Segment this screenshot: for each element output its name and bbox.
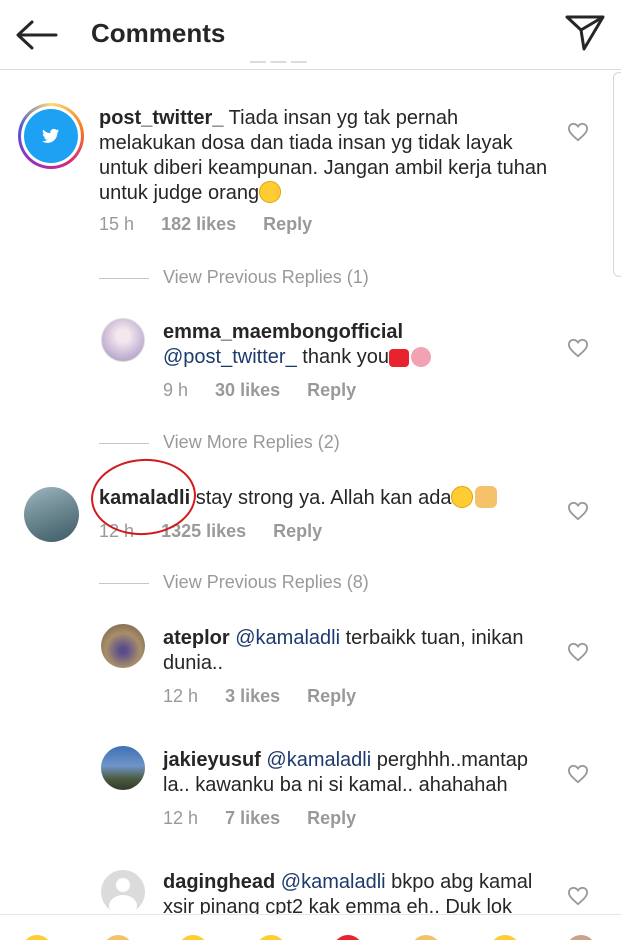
view-previous-replies-link[interactable]: View Previous Replies (8) [99,572,369,593]
view-more-replies-link[interactable]: View More Replies (2) [99,432,340,453]
comment-meta: 12 h 7 likes Reply [163,808,378,829]
heart-icon[interactable] [567,764,589,784]
comment-text: jakieyusuf @kamaladli perghhh..mantap la… [163,748,553,798]
likes-count[interactable]: 30 likes [215,380,280,400]
reply-button[interactable]: Reply [307,686,356,706]
view-replies-label: View Previous Replies (8) [163,572,369,592]
emoji-button[interactable] [333,935,363,940]
timestamp: 12 h [163,686,199,706]
twitter-bird-icon [42,128,59,143]
likes-count[interactable]: 3 likes [225,686,280,706]
view-previous-replies-link[interactable]: View Previous Replies (1) [99,267,369,288]
smiling-emoji [259,181,282,203]
mention-link[interactable]: @kamaladli [281,871,386,893]
emoji-button[interactable] [22,935,52,940]
comment-meta: 15 h 182 likes Reply [99,214,334,235]
smiling-emoji [451,486,474,508]
mention-link[interactable]: @kamaladli [235,627,340,649]
reply-button[interactable]: Reply [263,214,312,234]
comment-body: thank you [302,346,389,368]
header-bar: Comments — — — [0,0,621,70]
avatar[interactable] [101,624,145,668]
reply-item: daginghead @kamaladli bkpo abg kamal xsi… [0,868,621,914]
page-title: Comments [91,18,226,48]
comment-meta: 9 h 30 likes Reply [163,380,378,401]
heart-icon[interactable] [567,338,589,358]
view-replies-label: View More Replies (2) [163,432,340,452]
avatar[interactable] [101,318,145,362]
arrow-left-icon[interactable] [14,18,58,52]
comment-text: ateplor @kamaladli terbaikk tuan, inikan… [163,626,553,676]
reply-button[interactable]: Reply [307,808,356,828]
username-link[interactable]: jakieyusuf [163,749,261,771]
view-replies-label: View Previous Replies (1) [163,267,369,287]
reply-button[interactable]: Reply [273,521,322,541]
likes-count[interactable]: 182 likes [161,214,236,234]
heart-icon[interactable] [567,501,589,521]
praying-person-emoji [475,486,498,508]
avatar[interactable] [18,103,84,169]
default-avatar-icon[interactable] [101,870,145,914]
divider-line [99,442,149,444]
likes-count[interactable]: 7 likes [225,808,280,828]
comment-text: emma_maembongofficial @post_twitter_ tha… [163,320,553,370]
mention-link[interactable]: @kamaladli [266,749,371,771]
heart-emoji [389,349,409,367]
emoji-button[interactable] [178,935,208,940]
avatar[interactable] [24,487,79,542]
avatar[interactable] [101,746,145,790]
emoji-button[interactable] [411,935,441,940]
emoji-quick-bar [0,914,621,940]
comment-text: daginghead @kamaladli bkpo abg kamal xsi… [163,870,553,914]
comment-body: stay strong ya. Allah kan ada [195,487,452,509]
heart-icon[interactable] [567,886,589,906]
timestamp: 15 h [99,214,135,234]
divider-line [99,277,149,279]
timestamp: 12 h [163,808,199,828]
comment-text: post_twitter_ Tiada insan yg tak pernah … [99,106,559,206]
username-link[interactable]: emma_maembongofficial [163,321,403,343]
rose-emoji [411,347,431,367]
heart-icon[interactable] [567,642,589,662]
emoji-button[interactable] [256,935,286,940]
mention-link[interactable]: @post_twitter_ [163,346,297,368]
username-link[interactable]: daginghead [163,871,275,893]
emoji-button[interactable] [566,935,596,940]
scrollbar[interactable] [613,72,621,277]
reply-button[interactable]: Reply [307,380,356,400]
username-link[interactable]: post_twitter_ [99,107,223,129]
paper-plane-icon[interactable] [564,14,606,52]
heart-icon[interactable] [567,122,589,142]
emoji-button[interactable] [490,935,520,940]
username-link[interactable]: ateplor [163,627,230,649]
hidden-content-edge: — — — [250,60,307,70]
comment-meta: 12 h 3 likes Reply [163,686,378,707]
timestamp: 9 h [163,380,189,400]
emoji-button[interactable] [103,935,133,940]
divider-line [99,582,149,584]
